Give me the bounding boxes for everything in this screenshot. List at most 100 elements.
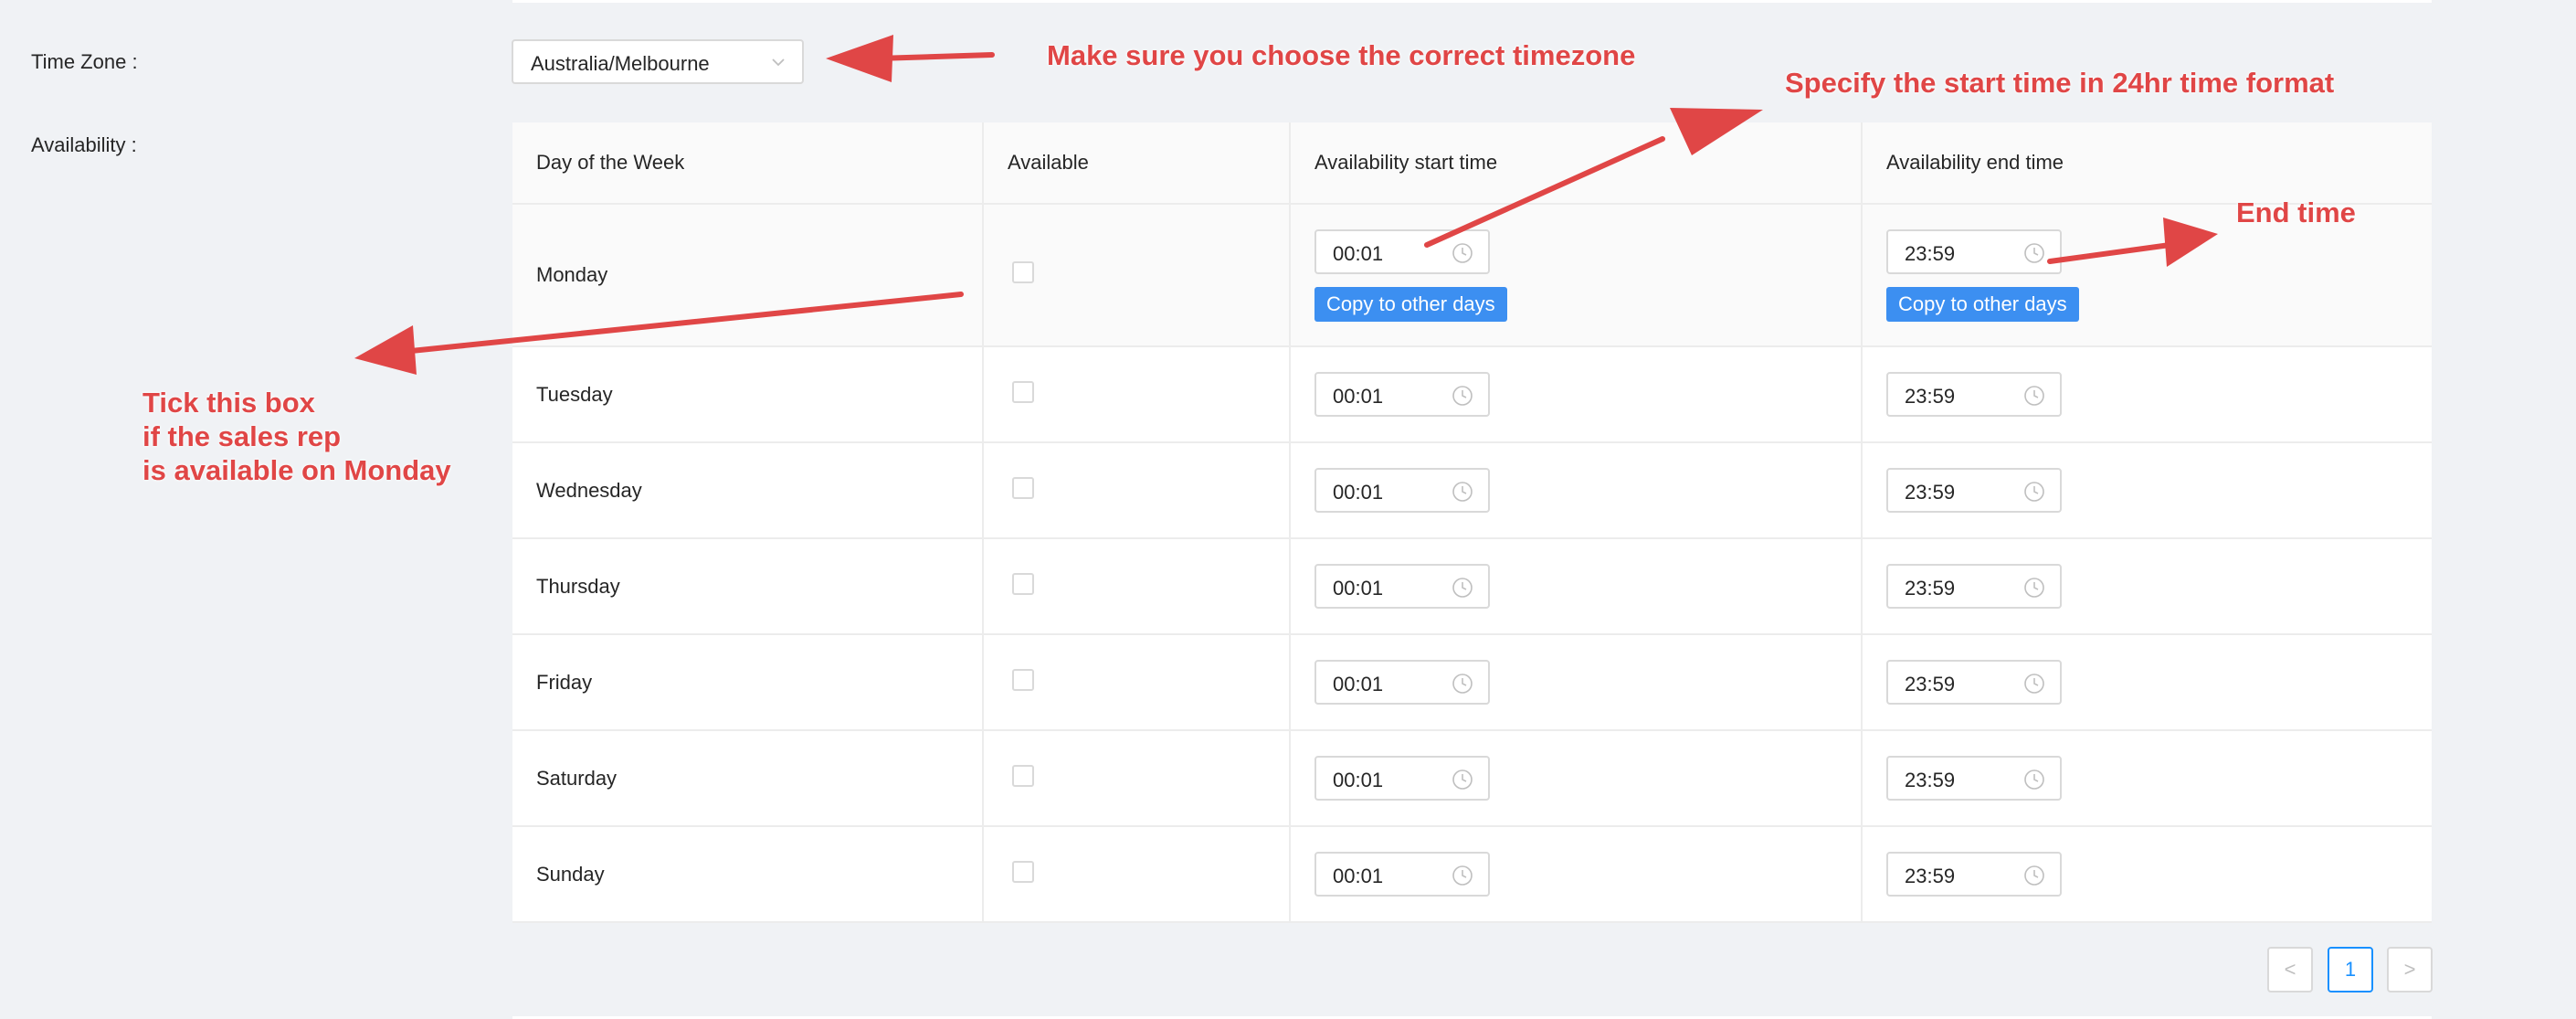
pagination-prev-button[interactable]: <: [2267, 947, 2313, 992]
pagination-page-1[interactable]: 1: [2328, 947, 2373, 992]
day-cell: Saturday: [512, 730, 984, 827]
table-row: Monday 00:01 Copy to other days 23:59 Co…: [512, 204, 2432, 347]
available-cell: [983, 204, 1291, 347]
start-time-cell: 00:01: [1290, 538, 1863, 635]
end-time-input[interactable]: 23:59: [1886, 228, 2062, 274]
available-checkbox[interactable]: [1012, 261, 1034, 283]
content-top-edge: [512, 0, 2432, 3]
clock-icon: [2024, 578, 2044, 598]
start-time-annotation: Specify the start time in 24hr time form…: [1785, 67, 2335, 99]
end-time-value: 23:59: [1905, 481, 1956, 504]
table-header-row: Day of the Week Available Availability s…: [512, 122, 2432, 205]
table-row: Tuesday 00:01 23:59: [512, 346, 2432, 443]
arrow-head: [826, 35, 893, 82]
end-time-input[interactable]: 23:59: [1886, 852, 2062, 897]
start-time-value: 00:01: [1333, 769, 1384, 791]
start-time-value: 00:01: [1333, 481, 1384, 504]
checkbox-annotation: Tick this box if the sales rep is availa…: [143, 386, 451, 487]
clock-icon: [2024, 770, 2044, 790]
arrow-head: [354, 325, 417, 375]
start-time-cell: 00:01: [1290, 634, 1863, 731]
start-time-cell: 00:01: [1290, 442, 1863, 539]
available-checkbox[interactable]: [1012, 668, 1034, 691]
day-cell: Friday: [512, 634, 984, 731]
column-header-end-time: Availability end time: [1862, 122, 2432, 205]
start-time-input[interactable]: 00:01: [1314, 660, 1490, 705]
end-time-cell: 23:59: [1862, 826, 2432, 923]
available-cell: [983, 442, 1291, 539]
end-time-cell: 23:59: [1862, 634, 2432, 731]
arrow-to-timezone: [874, 52, 995, 61]
timezone-value: Australia/Melbourne: [531, 52, 710, 75]
day-cell: Sunday: [512, 826, 984, 923]
available-checkbox[interactable]: [1012, 764, 1034, 787]
clock-icon: [2024, 865, 2044, 886]
column-header-day: Day of the Week: [512, 122, 984, 205]
start-time-input[interactable]: 00:01: [1314, 468, 1490, 513]
clock-icon: [2024, 386, 2044, 406]
clock-icon: [1452, 578, 1473, 598]
pagination-next-button[interactable]: >: [2387, 947, 2433, 992]
availability-label: Availability :: [31, 133, 137, 156]
annotation-line: if the sales rep: [143, 420, 342, 452]
timezone-label: Time Zone :: [31, 50, 138, 73]
day-cell: Monday: [512, 204, 984, 347]
table-row: Wednesday 00:01 23:59: [512, 442, 2432, 539]
column-header-available: Available: [983, 122, 1291, 205]
clock-icon: [2024, 482, 2044, 502]
annotation-line: Tick this box: [143, 387, 315, 419]
available-checkbox[interactable]: [1012, 380, 1034, 403]
end-time-value: 23:59: [1905, 673, 1956, 695]
end-time-input[interactable]: 23:59: [1886, 372, 2062, 417]
column-header-start-time: Availability start time: [1290, 122, 1863, 205]
available-cell: [983, 730, 1291, 827]
day-cell: Thursday: [512, 538, 984, 635]
timezone-annotation: Make sure you choose the correct timezon…: [1047, 39, 1636, 71]
end-time-value: 23:59: [1905, 865, 1956, 887]
timezone-select[interactable]: Australia/Melbourne: [512, 39, 804, 84]
start-time-value: 00:01: [1333, 577, 1384, 600]
available-cell: [983, 538, 1291, 635]
start-time-input[interactable]: 00:01: [1314, 372, 1490, 417]
end-time-input[interactable]: 23:59: [1886, 564, 2062, 609]
end-time-value: 23:59: [1905, 241, 1956, 265]
clock-icon: [1452, 482, 1473, 502]
end-time-input[interactable]: 23:59: [1886, 756, 2062, 801]
end-time-input[interactable]: 23:59: [1886, 468, 2062, 513]
copy-start-time-button[interactable]: Copy to other days: [1314, 286, 1507, 322]
available-checkbox[interactable]: [1012, 860, 1034, 883]
copy-end-time-button[interactable]: Copy to other days: [1886, 286, 2079, 322]
chevron-down-icon: [772, 58, 785, 67]
clock-icon: [2024, 242, 2044, 263]
available-checkbox[interactable]: [1012, 572, 1034, 595]
available-cell: [983, 634, 1291, 731]
start-time-input[interactable]: 00:01: [1314, 564, 1490, 609]
start-time-input[interactable]: 00:01: [1314, 852, 1490, 897]
available-cell: [983, 346, 1291, 443]
clock-icon: [1452, 674, 1473, 694]
available-checkbox[interactable]: [1012, 476, 1034, 499]
end-time-cell: 23:59: [1862, 346, 2432, 443]
table-row: Friday 00:01 23:59: [512, 634, 2432, 731]
start-time-input[interactable]: 00:01: [1314, 228, 1490, 274]
start-time-value: 00:01: [1333, 241, 1384, 265]
clock-icon: [2024, 674, 2044, 694]
start-time-value: 00:01: [1333, 385, 1384, 408]
end-time-cell: 23:59: [1862, 442, 2432, 539]
table-row: Sunday 00:01 23:59: [512, 826, 2432, 923]
end-time-annotation: End time: [2236, 196, 2356, 228]
start-time-cell: 00:01 Copy to other days: [1290, 204, 1863, 347]
day-cell: Wednesday: [512, 442, 984, 539]
start-time-value: 00:01: [1333, 865, 1384, 887]
end-time-value: 23:59: [1905, 577, 1956, 600]
end-time-input[interactable]: 23:59: [1886, 660, 2062, 705]
table-row: Saturday 00:01 23:59: [512, 730, 2432, 827]
start-time-cell: 00:01: [1290, 346, 1863, 443]
start-time-input[interactable]: 00:01: [1314, 756, 1490, 801]
available-cell: [983, 826, 1291, 923]
end-time-value: 23:59: [1905, 769, 1956, 791]
annotation-line: is available on Monday: [143, 454, 451, 486]
clock-icon: [1452, 770, 1473, 790]
clock-icon: [1452, 865, 1473, 886]
day-cell: Tuesday: [512, 346, 984, 443]
